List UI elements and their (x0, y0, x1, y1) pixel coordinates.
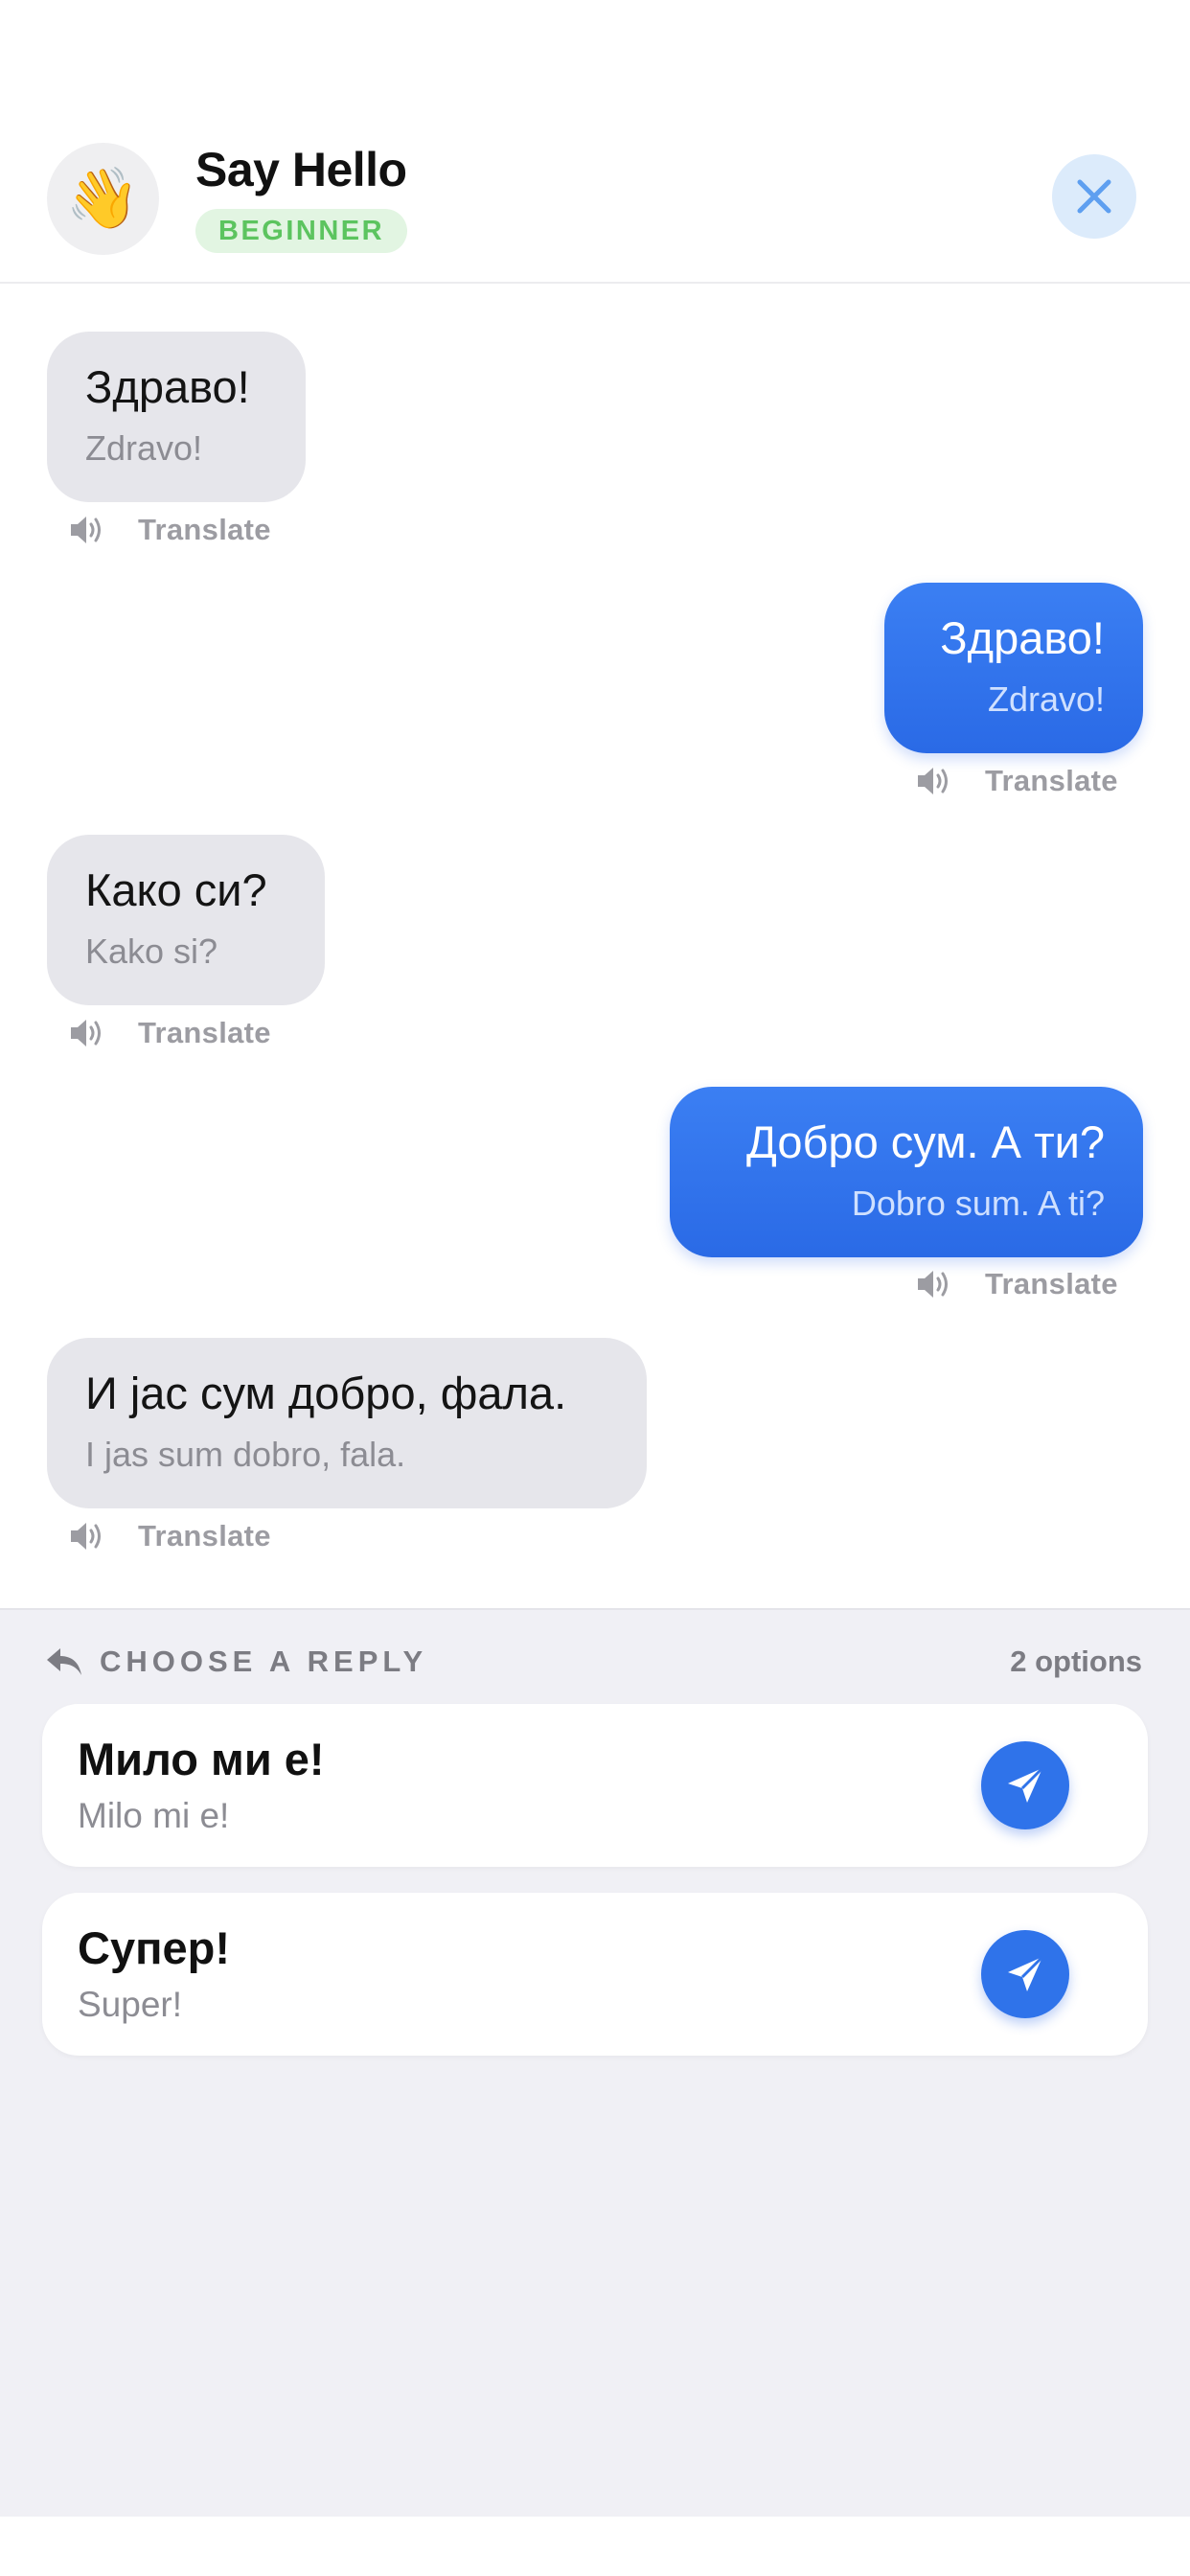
translate-button[interactable]: Translate (138, 1016, 271, 1050)
send-icon (1008, 1766, 1044, 1803)
message-text: Како си? (85, 864, 267, 915)
send-button[interactable] (981, 1930, 1069, 2018)
options-count: 2 options (1010, 1644, 1142, 1678)
reply-arrow-icon (47, 1648, 81, 1675)
level-badge: BEGINNER (195, 209, 408, 253)
speaker-icon[interactable] (914, 762, 952, 800)
speaker-icon[interactable] (67, 1014, 105, 1052)
speaker-icon[interactable] (67, 511, 105, 549)
speaker-icon[interactable] (914, 1265, 952, 1303)
message-actions: Translate (914, 762, 1118, 800)
message-text: Добро сум. А ти? (746, 1116, 1105, 1167)
close-button[interactable] (1052, 154, 1136, 239)
chat-header: 👋 Say Hello BEGINNER (0, 0, 1190, 284)
message-text: Здраво! (940, 612, 1105, 663)
translate-button[interactable]: Translate (138, 1519, 271, 1553)
bottom-safe-area (0, 2517, 1190, 2576)
message-bubble-incoming: Здраво! Zdravo! (47, 332, 306, 502)
reply-option-transliteration: Super! (78, 1985, 183, 2024)
message-actions: Translate (67, 511, 271, 549)
message-transliteration: Dobro sum. A ti? (851, 1184, 1105, 1223)
send-icon (1008, 1955, 1044, 1991)
message-bubble-outgoing: Добро сум. А ти? Dobro sum. A ti? (670, 1087, 1143, 1257)
message-bubble-incoming: Како си? Kako si? (47, 835, 325, 1005)
lesson-title: Say Hello (195, 143, 407, 196)
message-transliteration: I jas sum dobro, fala. (85, 1435, 406, 1474)
message-actions: Translate (67, 1014, 271, 1052)
message-text: Здраво! (85, 361, 250, 412)
waving-hand-icon: 👋 (65, 165, 141, 232)
message-transliteration: Zdravo! (85, 428, 203, 468)
translate-button[interactable]: Translate (138, 513, 271, 547)
choose-reply-label: CHOOSE A REPLY (100, 1644, 428, 1678)
send-button[interactable] (981, 1741, 1069, 1829)
reply-option-text: Супер! (78, 1922, 230, 1973)
message-bubble-outgoing: Здраво! Zdravo! (884, 583, 1143, 753)
message-actions: Translate (914, 1265, 1118, 1303)
lesson-avatar: 👋 (47, 143, 159, 255)
speaker-icon[interactable] (67, 1517, 105, 1555)
message-text: И јас сум добро, фала. (85, 1368, 567, 1418)
message-bubble-incoming: И јас сум добро, фала. I jas sum dobro, … (47, 1338, 647, 1508)
reply-option-text: Мило ми е! (78, 1734, 325, 1784)
close-icon (1077, 179, 1111, 214)
reply-option-transliteration: Milo mi e! (78, 1796, 230, 1835)
message-actions: Translate (67, 1517, 271, 1555)
message-transliteration: Zdravo! (987, 679, 1105, 719)
translate-button[interactable]: Translate (985, 1267, 1118, 1301)
message-transliteration: Kako si? (85, 932, 218, 971)
translate-button[interactable]: Translate (985, 764, 1118, 798)
